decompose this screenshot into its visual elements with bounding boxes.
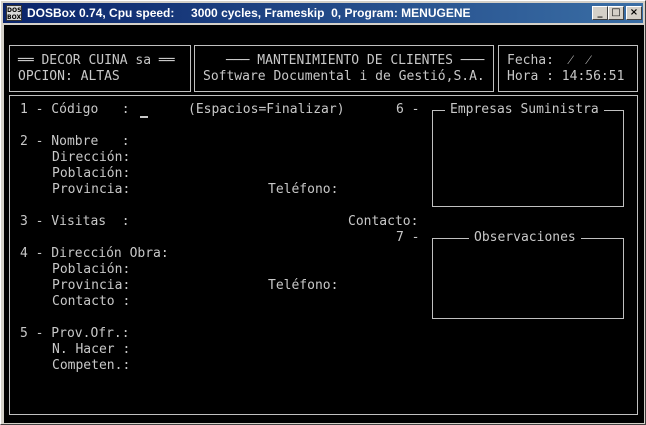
provincia-obra-label: Provincia:: [52, 278, 131, 293]
direccion-label: Dirección:: [52, 150, 131, 165]
observaciones-title: Observaciones: [469, 230, 581, 246]
title-bar[interactable]: DOS BOX DOSBox 0.74, Cpu speed: 3000 cyc…: [3, 3, 643, 23]
empresas-title: Empresas Suministra: [445, 102, 604, 118]
dosbox-icon[interactable]: DOS BOX: [6, 5, 22, 21]
dos-screen[interactable]: ══ DECOR CUINA sa ══ OPCION: ALTAS ─── M…: [4, 25, 644, 423]
screen-subtitle: Software Documental i de Gestió,S.A.: [203, 69, 485, 84]
codigo-label: 1 - Código :: [20, 102, 130, 117]
telefono-label: Teléfono:: [268, 182, 339, 197]
direccion-obra-label: 4 - Dirección Obra:: [20, 246, 169, 261]
time-label: Hora : 14:56:51: [507, 69, 625, 84]
company-name: ══ DECOR CUINA sa ══: [18, 53, 175, 68]
provincia-label: Provincia:: [52, 182, 131, 197]
screen-title: ─── MANTENIMIENTO DE CLIENTES ───: [226, 53, 485, 68]
n-hacer-label: N. Hacer :: [52, 342, 131, 357]
competen-label: Competen.:: [52, 358, 131, 373]
option-label: OPCION: ALTAS: [18, 69, 120, 84]
poblacion-obra-label: Población:: [52, 262, 131, 277]
contacto-label: Contacto:: [348, 214, 419, 229]
dosbox-window: DOS BOX DOSBox 0.74, Cpu speed: 3000 cyc…: [0, 0, 646, 425]
empresas-box: [432, 110, 624, 207]
observaciones-box: [432, 238, 624, 319]
telefono-obra-label: Teléfono:: [268, 278, 339, 293]
window-title: DOSBox 0.74, Cpu speed: 3000 cycles, Fra…: [27, 6, 471, 20]
icon-text-top: DOS: [7, 7, 22, 14]
close-button[interactable]: ×: [626, 6, 642, 20]
icon-text-bottom: BOX: [7, 14, 22, 21]
maximize-button[interactable]: □: [608, 6, 624, 20]
poblacion-label: Población:: [52, 166, 131, 181]
nombre-label: 2 - Nombre :: [20, 134, 130, 149]
minimize-button[interactable]: _: [592, 6, 608, 20]
observaciones-number: 7 -: [396, 230, 420, 245]
empresas-number: 6 -: [396, 102, 420, 117]
contacto-obra-label: Contacto :: [52, 294, 131, 309]
date-label: Fecha: ⁄ ⁄: [507, 53, 590, 68]
hint-label: (Espacios=Finalizar): [188, 102, 345, 117]
visitas-label: 3 - Visitas :: [20, 214, 130, 229]
prov-ofr-label: 5 - Prov.Ofr.:: [20, 326, 130, 341]
text-cursor: [140, 116, 148, 118]
